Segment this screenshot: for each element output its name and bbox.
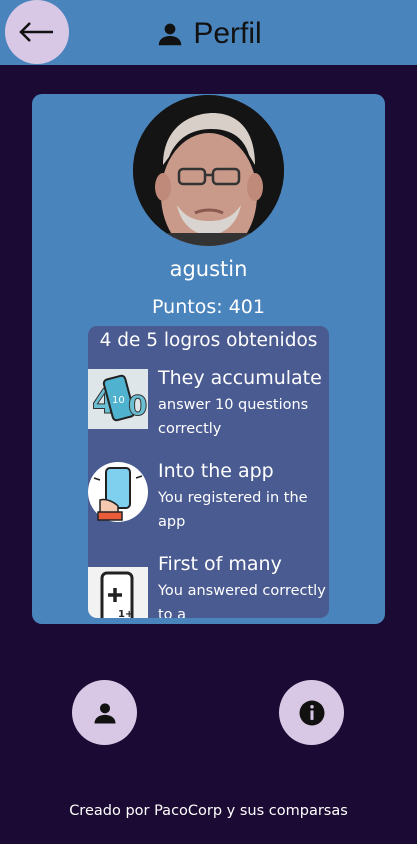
achievement-description: You registered in the app — [158, 490, 308, 530]
page-title: Perfil — [193, 16, 262, 50]
person-icon — [94, 702, 115, 723]
achievements-panel: 4 de 5 logros obtenidos 4 10 0 They accu… — [88, 326, 329, 618]
svg-text:0: 0 — [128, 389, 147, 422]
phone-plus-one-icon: 1+ — [88, 567, 148, 618]
top-app-bar: Perfil — [0, 0, 417, 67]
achievement-title: They accumulate — [158, 367, 322, 389]
points-label: Puntos: 401 — [152, 296, 265, 318]
profile-nav-button[interactable] — [72, 680, 137, 745]
achievement-item: 4 10 0 They accumulate answer 10 questio… — [88, 367, 329, 447]
achievements-summary: 4 de 5 logros obtenidos — [99, 330, 318, 351]
phone-10-icon: 4 10 0 — [88, 369, 148, 429]
avatar — [133, 95, 284, 246]
achievement-title: First of many — [158, 553, 282, 575]
achievement-item: Into the app You registered in the app — [88, 460, 329, 540]
hand-phone-icon — [88, 462, 148, 522]
achievement-item: 1+ First of many You answered correctly … — [88, 553, 329, 618]
person-icon — [159, 23, 182, 45]
username: agustin — [169, 257, 248, 281]
achievement-title: Into the app — [158, 460, 274, 482]
profile-card: agustin Puntos: 401 4 de 5 logros obteni… — [32, 94, 385, 624]
info-icon — [299, 700, 324, 725]
achievement-description: answer 10 questions correctly — [158, 397, 309, 437]
svg-text:1+: 1+ — [118, 609, 133, 618]
info-button[interactable] — [279, 680, 344, 745]
achievement-description: You answered correctly to a — [158, 583, 326, 618]
svg-text:10: 10 — [112, 395, 125, 406]
footer-credits: Creado por PacoCorp y sus comparsas — [69, 803, 348, 819]
page-title-group: Perfil — [0, 0, 417, 67]
